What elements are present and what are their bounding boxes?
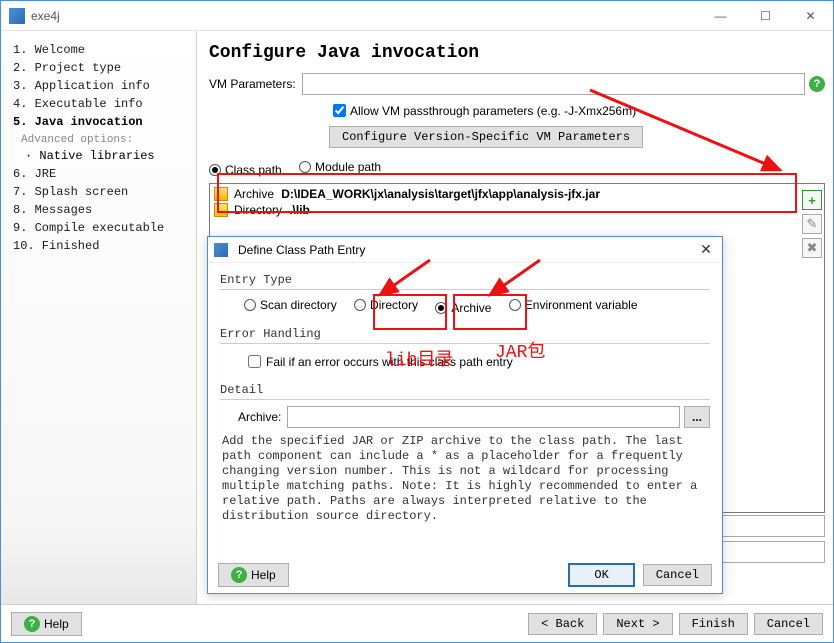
fail-checkbox[interactable]: Fail if an error occurs with this class … [244, 352, 513, 371]
sidebar-step-8[interactable]: 8. Messages [13, 201, 192, 219]
entry-type-label: Entry Type [220, 273, 710, 287]
delete-entry-button[interactable]: ✖ [802, 238, 822, 258]
annotation-directory-box [373, 294, 447, 330]
sidebar-step-1[interactable]: 1. Welcome [13, 41, 192, 59]
fail-checkbox-input[interactable] [248, 355, 261, 368]
wizard-sidebar: 1. Welcome 2. Project type 3. Applicatio… [1, 31, 196, 604]
dialog-ok-button[interactable]: OK [568, 563, 634, 587]
archive-path-input[interactable] [287, 406, 680, 428]
finish-button[interactable]: Finish [679, 613, 748, 635]
vm-parameters-input[interactable] [302, 73, 805, 95]
advanced-options-label: Advanced options: [9, 131, 192, 147]
page-title: Configure Java invocation [209, 43, 825, 63]
help-icon[interactable]: ? [809, 76, 825, 92]
modulepath-radio[interactable]: Module path [299, 160, 381, 174]
detail-description: Add the specified JAR or ZIP archive to … [220, 428, 710, 524]
sidebar-step-7[interactable]: 7. Splash screen [13, 183, 192, 201]
close-button[interactable]: ✕ [788, 1, 833, 31]
sidebar-native-libraries[interactable]: · Native libraries [9, 147, 192, 165]
next-button[interactable]: Next > [603, 613, 672, 635]
dialog-icon [214, 243, 228, 257]
edit-entry-button[interactable]: ✎ [802, 214, 822, 234]
back-button[interactable]: < Back [528, 613, 597, 635]
cancel-button[interactable]: Cancel [754, 613, 823, 635]
minimize-button[interactable]: — [698, 1, 743, 31]
browse-archive-button[interactable]: ... [684, 406, 710, 428]
sidebar-step-4[interactable]: 4. Executable info [13, 95, 192, 113]
entry-type-env-radio[interactable]: Environment variable [509, 298, 638, 312]
allow-passthrough-input[interactable] [333, 104, 346, 117]
titlebar: exe4j — ☐ ✕ [1, 1, 833, 31]
entry-type-scan-radio[interactable]: Scan directory [244, 298, 337, 312]
annotation-archive-box [453, 294, 527, 330]
app-icon [9, 8, 25, 24]
vm-parameters-label: VM Parameters: [209, 77, 296, 91]
sidebar-step-3[interactable]: 3. Application info [13, 77, 192, 95]
window-title: exe4j [31, 9, 698, 23]
dialog-help-button[interactable]: ?Help [218, 563, 289, 587]
add-entry-button[interactable]: + [802, 190, 822, 210]
define-classpath-entry-dialog: Define Class Path Entry ✕ Entry Type Sca… [207, 236, 723, 594]
allow-passthrough-label: Allow VM passthrough parameters (e.g. -J… [350, 104, 636, 118]
sidebar-step-2[interactable]: 2. Project type [13, 59, 192, 77]
dialog-cancel-button[interactable]: Cancel [643, 564, 712, 586]
maximize-button[interactable]: ☐ [743, 1, 788, 31]
sidebar-step-9[interactable]: 9. Compile executable [13, 219, 192, 237]
wizard-button-bar: ?Help < Back Next > Finish Cancel [1, 604, 833, 642]
archive-field-label: Archive: [238, 410, 281, 424]
dialog-close-button[interactable]: ✕ [696, 240, 716, 260]
dialog-title: Define Class Path Entry [234, 243, 696, 257]
sidebar-step-10[interactable]: 10. Finished [13, 237, 192, 255]
sidebar-step-5[interactable]: 5. Java invocation [13, 113, 192, 131]
configure-version-params-button[interactable]: Configure Version-Specific VM Parameters [329, 126, 643, 148]
detail-label: Detail [220, 383, 710, 397]
annotation-classpath-box [217, 173, 797, 213]
allow-passthrough-checkbox[interactable]: Allow VM passthrough parameters (e.g. -J… [329, 101, 825, 120]
help-button[interactable]: ?Help [11, 612, 82, 636]
sidebar-step-6[interactable]: 6. JRE [13, 165, 192, 183]
